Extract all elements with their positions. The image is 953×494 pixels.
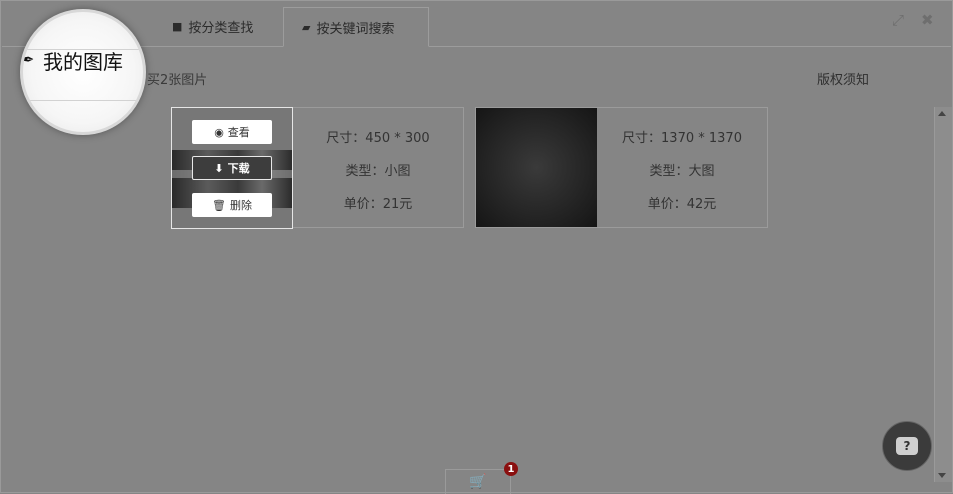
tab-keyword-search[interactable]: ▰ 按关键词搜索 xyxy=(283,7,429,47)
page-title: 我的图库 xyxy=(43,50,123,74)
help-button[interactable]: ? xyxy=(882,421,932,471)
image-card: 尺寸：1370 * 1370 类型：大图 单价：42元 xyxy=(475,107,768,228)
purchase-summary: 买2张图片 xyxy=(147,73,208,88)
modal-window: ■ 按分类查找 ▰ 按关键词搜索 ⤢ ✖ 买2张图片 版权须知 ◉ 查看 ⬇ 下… xyxy=(0,0,953,494)
download-button[interactable]: ⬇ 下载 xyxy=(192,156,272,180)
eye-icon: ◉ xyxy=(214,125,224,139)
vertical-scrollbar[interactable] xyxy=(934,107,952,482)
image-info: 尺寸：450 * 300 类型：小图 单价：21元 xyxy=(293,108,463,227)
cart-button[interactable]: 🛒 xyxy=(445,469,511,494)
download-icon: ⬇ xyxy=(214,161,224,175)
image-size: 尺寸：1370 * 1370 xyxy=(622,131,742,146)
scroll-down-arrow-icon[interactable] xyxy=(938,473,946,478)
divider xyxy=(23,100,143,101)
help-chat-icon: ? xyxy=(896,437,918,455)
tab-label: 按分类查找 xyxy=(188,20,254,36)
scroll-up-arrow-icon[interactable] xyxy=(938,111,946,116)
image-type: 类型：小图 xyxy=(345,164,411,179)
brush-icon: ✒ xyxy=(21,50,35,69)
image-type: 类型：大图 xyxy=(649,164,715,179)
tab-bar: ■ 按分类查找 ▰ 按关键词搜索 ⤢ ✖ xyxy=(2,2,951,47)
tab-label: 按关键词搜索 xyxy=(316,21,395,37)
tab-browse-by-category[interactable]: ■ 按分类查找 xyxy=(154,7,274,45)
delete-button[interactable]: 🗑 删除 xyxy=(192,193,272,217)
image-price: 单价：21元 xyxy=(343,197,413,212)
expand-icon[interactable]: ⤢ xyxy=(892,11,904,29)
image-price: 单价：42元 xyxy=(647,197,717,212)
magnified-title-lens: ✒ 我的图库 xyxy=(20,9,146,135)
view-button[interactable]: ◉ 查看 xyxy=(192,120,272,144)
image-card: ◉ 查看 ⬇ 下载 🗑 删除 尺寸：450 * 300 类型：小图 单价：21元 xyxy=(171,107,464,229)
trash-icon: 🗑 xyxy=(212,198,226,212)
close-icon[interactable]: ✖ xyxy=(921,11,934,29)
cart-count-badge: 1 xyxy=(504,462,518,476)
image-info: 尺寸：1370 * 1370 类型：大图 单价：42元 xyxy=(597,108,767,227)
folder-open-icon: ▰ xyxy=(302,20,311,34)
folder-icon: ■ xyxy=(172,19,183,33)
image-size: 尺寸：450 * 300 xyxy=(326,131,430,146)
copyright-notice-link[interactable]: 版权须知 xyxy=(817,69,869,88)
cart-icon: 🛒 xyxy=(469,474,487,490)
image-thumbnail[interactable] xyxy=(476,108,597,227)
image-thumbnail[interactable]: ◉ 查看 ⬇ 下载 🗑 删除 xyxy=(171,107,293,229)
